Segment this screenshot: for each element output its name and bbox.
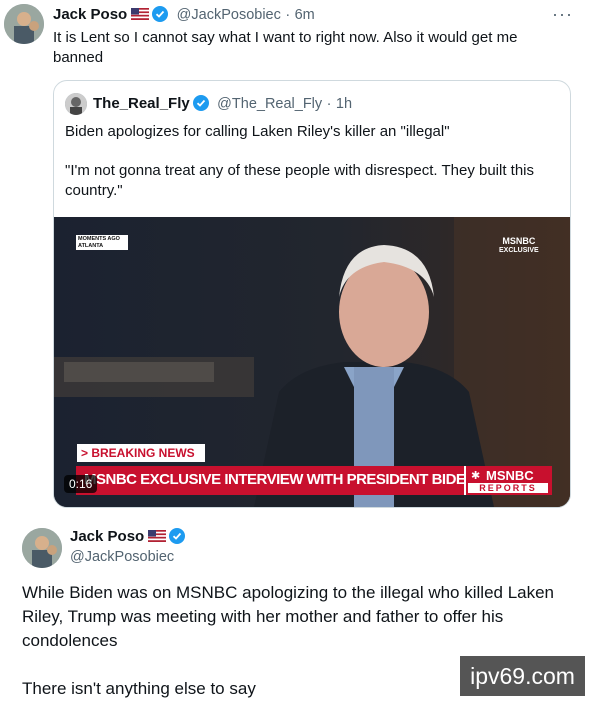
verified-badge-icon: [169, 528, 186, 544]
verified-badge-icon: [192, 95, 209, 111]
us-flag-icon: [131, 8, 150, 20]
author-name[interactable]: Jack Poso: [70, 528, 144, 545]
tweet-text: It is Lent so I cannot say what I want t…: [53, 29, 518, 66]
video-frame: [54, 217, 570, 507]
avatar[interactable]: [4, 4, 44, 44]
bug-exclusive: EXCLUSIVE: [499, 247, 539, 254]
quoted-tweet-card[interactable]: The_Real_Fly @The_Real_Fly · 1h Biden ap…: [53, 80, 571, 508]
timestamp[interactable]: 1h: [336, 96, 352, 112]
tweet-text: While Biden was on MSNBC apologizing to …: [22, 583, 555, 650]
watermark: ipv69.com: [460, 656, 585, 696]
headline-text: MSNBC EXCLUSIVE INTERVIEW WITH PRESIDENT…: [84, 471, 476, 488]
author-name[interactable]: Jack Poso: [53, 6, 127, 23]
us-flag-icon: [148, 530, 167, 542]
quote-header: The_Real_Fly @The_Real_Fly · 1h: [93, 95, 352, 113]
peacock-icon: ✱: [471, 470, 481, 482]
bug-brand: MSNBC: [502, 236, 536, 246]
author-handle[interactable]: @JackPosobiec: [177, 7, 281, 23]
author-handle[interactable]: @The_Real_Fly: [217, 96, 322, 112]
author-handle[interactable]: @JackPosobiec: [70, 549, 174, 565]
author-name[interactable]: The_Real_Fly: [93, 95, 190, 112]
breaking-news-label: > BREAKING NEWS: [77, 444, 205, 462]
msnbc-exclusive-bug: MSNBC EXCLUSIVE: [499, 237, 539, 255]
separator: ·: [326, 96, 332, 112]
verified-badge-icon: [152, 6, 169, 22]
tweet-text-2: There isn't anything else to say: [22, 679, 256, 698]
avatar[interactable]: [22, 528, 62, 568]
separator: ·: [285, 7, 291, 23]
quote-text-line1: Biden apologizes for calling Laken Riley…: [65, 123, 450, 140]
video-player[interactable]: MOMENTS AGO ATLANTA MSNBC EXCLUSIVE > BR…: [54, 217, 570, 507]
brand-label: MSNBC: [486, 468, 534, 483]
tweet-header: Jack Poso @JackPosobiec · 6m: [53, 6, 315, 24]
quote-text-line2: "I'm not gonna treat any of these people…: [65, 162, 535, 199]
location-bug: MOMENTS AGO ATLANTA: [76, 235, 128, 250]
msnbc-reports-bug: ✱ MSNBC REPORTS: [464, 466, 552, 495]
tweet-header: Jack Poso: [70, 528, 186, 546]
avatar[interactable]: [65, 93, 87, 115]
video-duration: 0:16: [64, 475, 98, 493]
more-icon[interactable]: ···: [552, 4, 573, 25]
brand-sub-label: REPORTS: [468, 483, 548, 493]
timestamp[interactable]: 6m: [295, 7, 315, 23]
